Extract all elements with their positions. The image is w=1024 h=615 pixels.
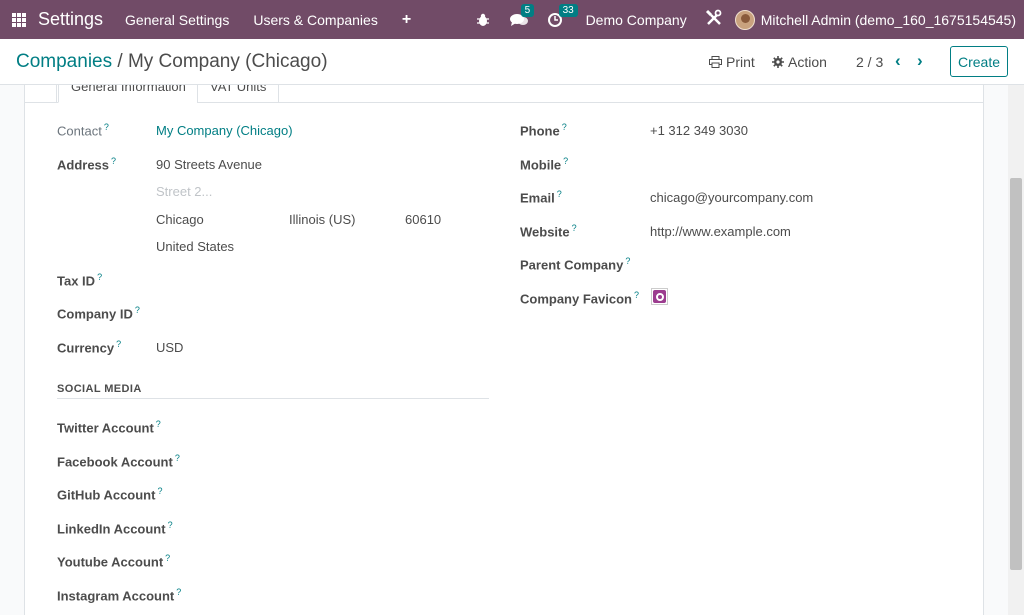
tab-vat-units[interactable]: VAT Units bbox=[197, 85, 280, 103]
activities-count-badge: 33 bbox=[558, 3, 578, 17]
email-label: Email? bbox=[520, 189, 562, 206]
street2-field[interactable]: Street 2... bbox=[156, 184, 212, 199]
vertical-scrollbar[interactable] bbox=[1008, 85, 1024, 615]
website-value[interactable]: http://www.example.com bbox=[650, 224, 791, 239]
help-icon[interactable]: ? bbox=[557, 189, 562, 199]
form-sheet: General Information VAT Units Contact? M… bbox=[24, 85, 984, 615]
help-icon[interactable]: ? bbox=[634, 290, 639, 300]
action-label: Action bbox=[788, 54, 827, 70]
email-value[interactable]: chicago@yourcompany.com bbox=[650, 190, 813, 205]
gear-icon bbox=[772, 56, 784, 68]
plus-menu-button[interactable]: + bbox=[402, 11, 411, 29]
pager-next-icon[interactable]: › bbox=[917, 51, 923, 71]
help-icon[interactable]: ? bbox=[97, 272, 102, 282]
print-label: Print bbox=[726, 54, 755, 70]
tab-left-border bbox=[25, 85, 57, 103]
action-button[interactable]: Action bbox=[772, 54, 827, 70]
currency-value[interactable]: USD bbox=[156, 340, 183, 355]
parent-company-label: Parent Company? bbox=[520, 256, 631, 273]
messages-count-badge: 5 bbox=[520, 3, 535, 17]
tax-id-label: Tax ID? bbox=[57, 272, 103, 289]
youtube-label: Youtube Account? bbox=[57, 553, 171, 570]
print-button[interactable]: Print bbox=[709, 54, 755, 70]
mobile-label: Mobile? bbox=[520, 156, 569, 173]
company-favicon-image[interactable] bbox=[651, 288, 668, 305]
help-icon[interactable]: ? bbox=[563, 156, 568, 166]
facebook-label: Facebook Account? bbox=[57, 453, 180, 470]
social-media-title: SOCIAL MEDIA bbox=[57, 383, 142, 395]
breadcrumb-companies-link[interactable]: Companies bbox=[16, 51, 112, 72]
twitter-label: Twitter Account? bbox=[57, 419, 161, 436]
website-label: Website? bbox=[520, 223, 577, 240]
help-icon[interactable]: ? bbox=[157, 486, 162, 496]
scrollbar-thumb[interactable] bbox=[1010, 178, 1022, 570]
help-icon[interactable]: ? bbox=[165, 553, 170, 563]
help-icon[interactable]: ? bbox=[572, 223, 577, 233]
debug-tools-icon[interactable] bbox=[705, 9, 723, 30]
menu-general-settings[interactable]: General Settings bbox=[125, 12, 229, 28]
street-field[interactable]: 90 Streets Avenue bbox=[156, 157, 262, 172]
currency-label: Currency? bbox=[57, 339, 122, 356]
tab-general-information[interactable]: General Information bbox=[58, 85, 199, 103]
company-id-label: Company ID? bbox=[57, 305, 140, 322]
help-icon[interactable]: ? bbox=[156, 419, 161, 429]
phone-value[interactable]: +1 312 349 3030 bbox=[650, 123, 748, 138]
activity-clock-icon[interactable]: 33 bbox=[547, 3, 578, 27]
breadcrumb-separator: / bbox=[112, 51, 128, 72]
contact-label: Contact? bbox=[57, 122, 109, 139]
app-title[interactable]: Settings bbox=[38, 9, 103, 30]
help-icon[interactable]: ? bbox=[168, 520, 173, 530]
country-field[interactable]: United States bbox=[156, 239, 234, 254]
state-field[interactable]: Illinois (US) bbox=[289, 212, 355, 227]
bug-icon[interactable] bbox=[476, 13, 490, 27]
linkedin-label: LinkedIn Account? bbox=[57, 520, 173, 537]
apps-menu-icon[interactable] bbox=[12, 12, 26, 27]
help-icon[interactable]: ? bbox=[176, 587, 181, 597]
help-icon[interactable]: ? bbox=[111, 156, 116, 166]
github-label: GitHub Account? bbox=[57, 486, 163, 503]
help-icon[interactable]: ? bbox=[175, 453, 180, 463]
user-avatar[interactable] bbox=[734, 9, 755, 30]
section-divider bbox=[57, 398, 489, 399]
control-panel: Companies / My Company (Chicago) Print A… bbox=[0, 39, 1024, 85]
create-button[interactable]: Create bbox=[950, 46, 1008, 77]
breadcrumb-current: My Company (Chicago) bbox=[127, 51, 328, 72]
help-icon[interactable]: ? bbox=[625, 256, 630, 266]
help-icon[interactable]: ? bbox=[116, 339, 121, 349]
pager-value[interactable]: 2 / 3 bbox=[856, 54, 883, 70]
top-navbar: Settings General Settings Users & Compan… bbox=[0, 0, 1024, 39]
messages-icon[interactable]: 5 bbox=[509, 3, 535, 27]
print-icon bbox=[709, 56, 722, 68]
city-field[interactable]: Chicago bbox=[156, 212, 204, 227]
user-menu[interactable]: Mitchell Admin (demo_160_1675154545) bbox=[761, 12, 1016, 28]
menu-users-companies[interactable]: Users & Companies bbox=[253, 12, 378, 28]
instagram-label: Instagram Account? bbox=[57, 587, 182, 604]
breadcrumb: Companies / My Company (Chicago) bbox=[16, 51, 328, 73]
contact-value[interactable]: My Company (Chicago) bbox=[156, 123, 293, 138]
address-label: Address? bbox=[57, 156, 117, 173]
help-icon[interactable]: ? bbox=[562, 122, 567, 132]
company-favicon-label: Company Favicon? bbox=[520, 290, 639, 307]
navbar-systray: 5 33 Demo Company Mitchell Admin (demo_1… bbox=[466, 0, 1016, 39]
pager-previous-icon[interactable]: ‹ bbox=[895, 51, 901, 71]
help-icon[interactable]: ? bbox=[135, 305, 140, 315]
phone-label: Phone? bbox=[520, 122, 567, 139]
zip-field[interactable]: 60610 bbox=[405, 212, 441, 227]
help-icon[interactable]: ? bbox=[104, 122, 109, 132]
company-switcher[interactable]: Demo Company bbox=[586, 12, 687, 28]
